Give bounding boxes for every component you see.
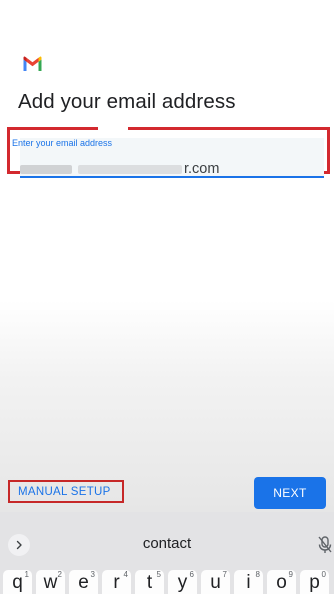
key-label: r: [113, 572, 120, 593]
key-w[interactable]: 2w: [36, 570, 65, 594]
key-secondary-label: 8: [255, 570, 260, 579]
key-secondary-label: 5: [156, 570, 161, 579]
key-u[interactable]: 7u: [201, 570, 230, 594]
key-e[interactable]: 3e: [69, 570, 98, 594]
key-secondary-label: 0: [321, 570, 326, 579]
manual-setup-button[interactable]: MANUAL SETUP: [18, 486, 111, 498]
key-secondary-label: 1: [24, 570, 29, 579]
key-label: o: [276, 572, 287, 593]
key-label: u: [210, 572, 221, 593]
key-secondary-label: 6: [189, 570, 194, 579]
suggestion-word[interactable]: contact: [0, 535, 334, 552]
soft-keyboard: contact 1q2w3e4r5t6y7u8i9o0p: [0, 512, 334, 594]
key-o[interactable]: 9o: [267, 570, 296, 594]
key-p[interactable]: 0p: [300, 570, 329, 594]
key-q[interactable]: 1q: [3, 570, 32, 594]
redacted-text: [78, 164, 182, 174]
key-label: w: [43, 572, 58, 593]
key-label: y: [177, 572, 188, 593]
key-y[interactable]: 6y: [168, 570, 197, 594]
key-t[interactable]: 5t: [135, 570, 164, 594]
suggestion-bar: contact: [0, 512, 334, 562]
gmail-logo-icon: [23, 56, 42, 71]
key-label: t: [146, 572, 153, 593]
key-label: i: [246, 572, 251, 593]
key-secondary-label: 9: [288, 570, 293, 579]
key-label: q: [12, 572, 23, 593]
key-secondary-label: 7: [222, 570, 227, 579]
key-i[interactable]: 8i: [234, 570, 263, 594]
key-secondary-label: 4: [123, 570, 128, 579]
email-field-value-row[interactable]: r.com: [20, 160, 219, 178]
key-secondary-label: 3: [90, 570, 95, 579]
page-title: Add your email address: [18, 90, 236, 113]
key-r[interactable]: 4r: [102, 570, 131, 594]
mic-off-icon[interactable]: [318, 536, 332, 554]
next-button[interactable]: NEXT: [254, 477, 326, 509]
screen: Add your email address Enter your email …: [0, 0, 334, 594]
key-label: e: [78, 572, 89, 593]
redacted-text: [20, 164, 72, 174]
email-field-value: r.com: [184, 161, 220, 177]
key-secondary-label: 2: [57, 570, 62, 579]
keyboard-row-top: 1q2w3e4r5t6y7u8i9o0p: [0, 570, 334, 594]
key-label: p: [309, 572, 320, 593]
email-field-label: Enter your email address: [12, 138, 113, 148]
